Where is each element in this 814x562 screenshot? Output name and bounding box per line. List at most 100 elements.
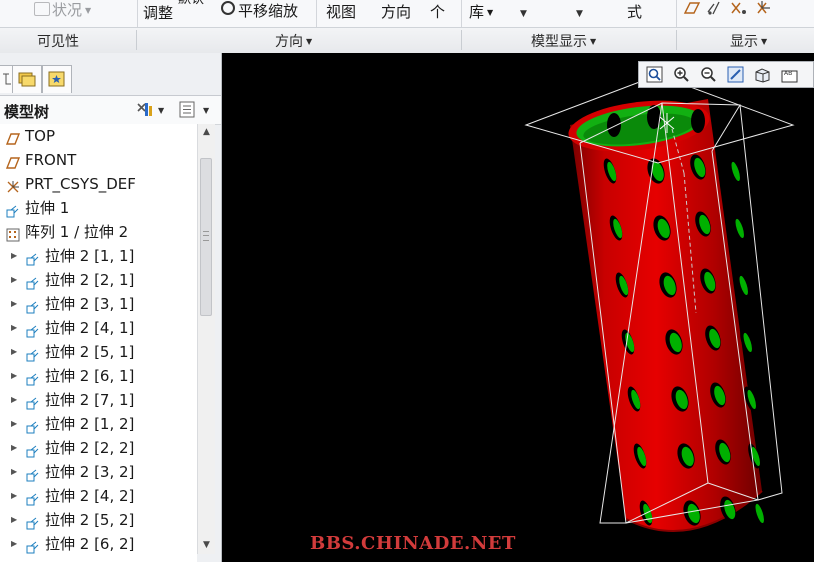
- csys-display-icon[interactable]: [757, 1, 770, 14]
- group-separator: [461, 30, 462, 50]
- zoom-out-icon[interactable]: [699, 65, 718, 84]
- expand-arrow-icon[interactable]: ▶: [11, 244, 17, 268]
- tree-scrollbar[interactable]: ▲ ▼: [197, 124, 215, 554]
- favorites-icon: [48, 71, 65, 87]
- default-button[interactable]: 默认: [178, 0, 204, 9]
- scroll-up-icon[interactable]: ▲: [198, 124, 215, 141]
- display-style-icon[interactable]: [753, 65, 772, 84]
- group-visibility: 可见性: [37, 34, 79, 50]
- tree-item[interactable]: ▶ 拉伸 2 [3, 1]: [0, 292, 197, 316]
- tree-item[interactable]: PRT_CSYS_DEF: [0, 172, 197, 196]
- tree-item[interactable]: ▶ 拉伸 2 [5, 2]: [0, 508, 197, 532]
- tree-settings-button[interactable]: ▼: [134, 100, 166, 120]
- tree-item-label: 拉伸 2 [3, 1]: [45, 295, 135, 313]
- tree-item[interactable]: ▶ 拉伸 2 [6, 2]: [0, 532, 197, 556]
- extrude-icon: [26, 345, 40, 362]
- extrude-icon: [26, 465, 40, 482]
- tree-item[interactable]: ▶ 拉伸 2 [4, 2]: [0, 484, 197, 508]
- scroll-down-icon[interactable]: ▼: [198, 537, 215, 554]
- direction-button[interactable]: 方向: [381, 3, 411, 21]
- tree-item[interactable]: ▶ 拉伸 2 [3, 2]: [0, 460, 197, 484]
- folder-icon: [18, 72, 36, 87]
- tree-item-label: 拉伸 2 [2, 2]: [45, 439, 135, 457]
- tree-item-label: 拉伸 2 [1, 1]: [45, 247, 135, 265]
- tree-item[interactable]: ▶ 拉伸 2 [1, 2]: [0, 412, 197, 436]
- group-orientation[interactable]: 方向 ▼: [275, 31, 312, 51]
- tree-item[interactable]: 拉伸 1: [0, 196, 197, 220]
- extrude-icon: [26, 297, 40, 314]
- expand-arrow-icon[interactable]: ▶: [11, 268, 17, 292]
- tree-item[interactable]: ▶ 拉伸 2 [2, 1]: [0, 268, 197, 292]
- grip-icon: [203, 231, 209, 241]
- expand-arrow-icon[interactable]: ▶: [11, 292, 17, 316]
- expand-arrow-icon[interactable]: ▶: [11, 364, 17, 388]
- expand-arrow-icon[interactable]: ▶: [11, 508, 17, 532]
- tree-item[interactable]: 阵列 1 / 拉伸 2: [0, 220, 197, 244]
- pan-zoom-button[interactable]: 平移缩放: [221, 1, 298, 20]
- extrude-icon: [26, 249, 40, 266]
- state-button[interactable]: 状况 ▼: [34, 1, 91, 20]
- watermark: BBS.CHINADE.NET: [310, 533, 516, 554]
- extrude-icon: [26, 321, 40, 338]
- style-button[interactable]: 式: [627, 3, 642, 21]
- expand-arrow-icon[interactable]: ▶: [11, 532, 17, 556]
- tree-item[interactable]: TOP: [0, 124, 197, 148]
- extrude-icon: [26, 441, 40, 458]
- chevron-down-icon: ▼: [761, 37, 768, 46]
- expand-arrow-icon[interactable]: ▶: [11, 316, 17, 340]
- tab-favorites[interactable]: [42, 65, 72, 93]
- tree-item-label: 拉伸 2 [1, 2]: [45, 415, 135, 433]
- ribbon-separator: [676, 0, 677, 27]
- plane-display-icon[interactable]: [683, 2, 701, 14]
- tree-item[interactable]: ▶ 拉伸 2 [2, 2]: [0, 436, 197, 460]
- tree-item-label: 拉伸 1: [25, 199, 70, 217]
- tree-item[interactable]: ▶ 拉伸 2 [6, 1]: [0, 364, 197, 388]
- library-button[interactable]: 库 ▼: [469, 3, 493, 22]
- tree-item[interactable]: ▶ 拉伸 2 [7, 1]: [0, 388, 197, 412]
- group-separator: [136, 30, 137, 50]
- tab-folder-browser[interactable]: [12, 65, 42, 93]
- expand-arrow-icon[interactable]: ▶: [11, 412, 17, 436]
- ribbon-separator: [461, 0, 462, 27]
- extrude-icon: [26, 489, 40, 506]
- group-model-display[interactable]: 模型显示 ▼: [531, 31, 596, 51]
- section-dropdown[interactable]: ▼: [520, 5, 527, 23]
- hole: [732, 215, 744, 241]
- tree-item-label: 拉伸 2 [6, 1]: [45, 367, 135, 385]
- tree-item-label: 拉伸 2 [6, 2]: [45, 535, 135, 553]
- navigator-tabs: [0, 63, 221, 95]
- hole: [691, 109, 705, 133]
- scroll-thumb[interactable]: [200, 158, 212, 316]
- single-button[interactable]: 个: [430, 3, 445, 21]
- tree-item-label: TOP: [25, 127, 56, 145]
- model-tree: TOP FRONT PRT_CSYS_DEF 拉伸 1 阵列 1 / 拉伸 2 ▶ 拉伸 2…: [0, 124, 197, 562]
- expand-arrow-icon[interactable]: ▶: [11, 388, 17, 412]
- zoom-in-icon[interactable]: [672, 65, 691, 84]
- repaint-icon[interactable]: [726, 65, 745, 84]
- view-manager-dropdown[interactable]: ▼: [576, 5, 583, 23]
- tree-item-label: 拉伸 2 [3, 2]: [45, 463, 135, 481]
- adjust-button[interactable]: 调整: [143, 4, 173, 22]
- point-display-icon[interactable]: [731, 2, 746, 14]
- display-toggle-icons[interactable]: [682, 0, 782, 18]
- show-menu-button[interactable]: ▼: [178, 100, 212, 120]
- tree-item[interactable]: ▶ 拉伸 2 [1, 1]: [0, 244, 197, 268]
- group-separator: [676, 30, 677, 50]
- saved-view-button[interactable]: 视图: [326, 3, 356, 21]
- tree-item[interactable]: ▶ 拉伸 2 [5, 1]: [0, 340, 197, 364]
- tree-item[interactable]: ▶ 拉伸 2 [4, 1]: [0, 316, 197, 340]
- refit-icon[interactable]: [645, 65, 664, 84]
- model-scene[interactable]: [222, 53, 814, 562]
- tree-item-label: PRT_CSYS_DEF: [25, 175, 136, 193]
- expand-arrow-icon[interactable]: ▶: [11, 484, 17, 508]
- view-toolbar: AB: [638, 61, 814, 88]
- axis-display-icon[interactable]: [707, 1, 720, 15]
- group-display[interactable]: 显示 ▼: [730, 31, 767, 51]
- annotation-display-icon[interactable]: AB: [780, 65, 799, 84]
- tree-item[interactable]: FRONT: [0, 148, 197, 172]
- expand-arrow-icon[interactable]: ▶: [11, 460, 17, 484]
- expand-arrow-icon[interactable]: ▶: [11, 436, 17, 460]
- expand-arrow-icon[interactable]: ▶: [11, 340, 17, 364]
- graphics-viewport[interactable]: AB BBS.CHINADE.NET: [222, 53, 814, 562]
- state-icon: [34, 2, 50, 16]
